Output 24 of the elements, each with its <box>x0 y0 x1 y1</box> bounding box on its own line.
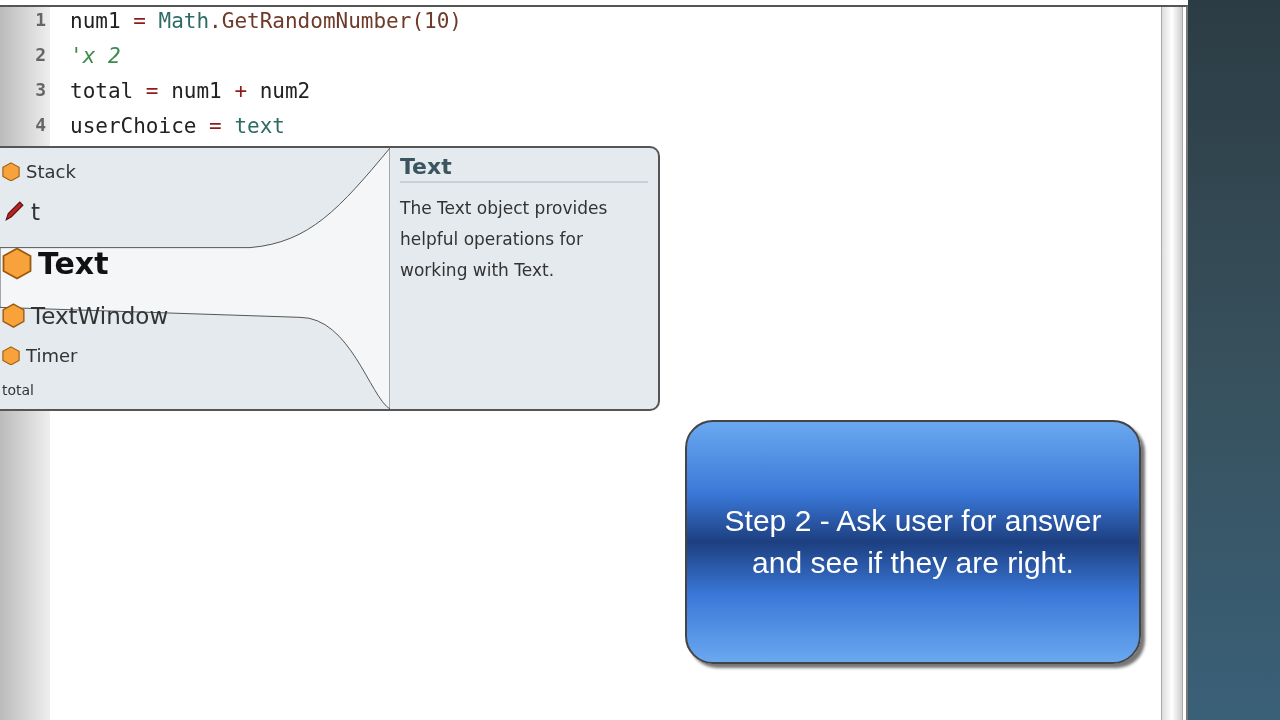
pencil-icon <box>2 200 25 223</box>
step-callout: Step 2 - Ask user for answer and see if they are right. <box>685 420 1141 664</box>
completion-item[interactable]: TextWindow <box>0 294 390 337</box>
completion-item[interactable]: t <box>0 190 390 233</box>
line-number: 4 <box>34 114 47 137</box>
completion-item[interactable]: total <box>0 374 390 405</box>
line-number: 2 <box>34 44 47 67</box>
line-number: 3 <box>34 79 47 102</box>
code-line: userChoice = text <box>70 114 286 140</box>
hexagon-icon <box>2 161 20 182</box>
completion-item[interactable]: Text <box>0 232 390 295</box>
hexagon-icon <box>2 247 32 280</box>
completion-item[interactable]: Timer <box>0 336 390 375</box>
code-line: num1 = Math.GetRandomNumber(10) <box>70 9 463 35</box>
completion-item[interactable]: Stack <box>0 152 390 191</box>
code-editor[interactable] <box>0 5 1188 720</box>
code-line: total = num1 + num2 <box>70 79 312 105</box>
scrollbar[interactable] <box>1161 7 1183 720</box>
hexagon-icon <box>2 345 20 366</box>
line-number: 1 <box>34 9 47 32</box>
help-description: The Text object provides helpful operations for working with Text. <box>400 197 609 282</box>
hexagon-icon <box>2 302 25 329</box>
help-title: Text <box>400 154 648 183</box>
code-line: 'x 2 <box>70 44 122 70</box>
